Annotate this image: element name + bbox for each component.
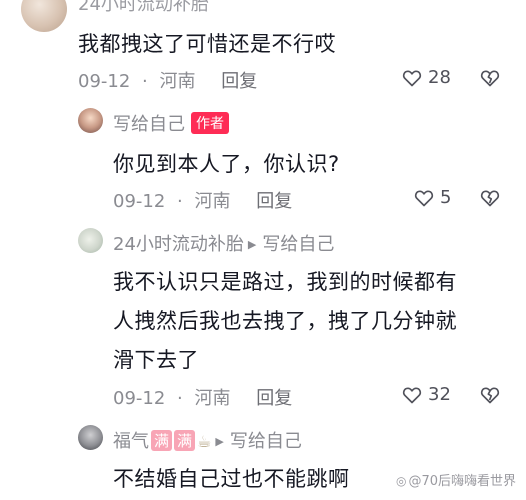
comment-text: 不结婚自己过也不能跳啊 (113, 467, 350, 491)
like-count: 28 (428, 67, 451, 88)
meta-separator: · (177, 191, 183, 212)
comment-text-line: 我不认识只是路过，我到的时候都有 (113, 270, 457, 294)
username-label[interactable]: 24小时流动补胎 (113, 234, 244, 255)
avatar[interactable] (21, 0, 67, 32)
reply-button[interactable]: 回复 (221, 71, 257, 92)
username-label[interactable]: 福气 (113, 431, 149, 452)
meta-separator: · (142, 71, 148, 92)
comment-location: 河南 (194, 388, 231, 409)
reply-button[interactable]: 回复 (256, 388, 292, 409)
avatar[interactable] (78, 425, 103, 450)
meta-separator: · (177, 388, 183, 409)
reply-to-username[interactable]: 写给自己 (230, 431, 302, 452)
heart-outline-icon[interactable] (414, 188, 434, 208)
avatar[interactable] (78, 228, 103, 253)
reply-to-username[interactable]: 写给自己 (262, 234, 334, 255)
username-label[interactable]: 写给自己 (113, 114, 185, 135)
cup-icon: ☕ (197, 432, 212, 451)
heart-outline-icon[interactable] (402, 68, 422, 88)
comment-username: 福气满满 ☕ ▶ 写给自己 (113, 427, 302, 453)
heart-outline-icon[interactable] (402, 385, 422, 405)
avatar[interactable] (78, 108, 103, 133)
comment-date: 09-12 (78, 71, 131, 92)
triangle-right-icon: ▶ (247, 238, 257, 251)
like-count: 5 (440, 187, 452, 208)
comment-date: 09-12 (113, 191, 166, 212)
broken-heart-icon[interactable] (480, 188, 500, 208)
comment-location: 河南 (159, 71, 196, 92)
comment-text-line: 人拽然后我也去拽了，拽了几分钟就 (113, 309, 457, 333)
comment-text-line: 滑下去了 (113, 348, 199, 372)
comment-text: 你见到本人了，你认识? (113, 152, 340, 176)
author-badge: 作者 (191, 112, 229, 134)
watermark-icon: ◎ (395, 474, 407, 488)
comment-username[interactable]: 写给自己 作者 (113, 110, 229, 136)
comment-username[interactable]: 24小时流动补胎 (78, 0, 209, 16)
like-count: 32 (428, 384, 451, 405)
comment-username: 24小时流动补胎 ▶ 写给自己 (113, 230, 334, 256)
username-tag: 满 (174, 430, 196, 451)
broken-heart-icon[interactable] (480, 68, 500, 88)
comment-text: 我都拽这了可惜还是不行哎 (78, 32, 336, 56)
comment-meta: 09-12 · 河南 回复 (113, 384, 298, 410)
reply-button[interactable]: 回复 (256, 191, 292, 212)
comment-location: 河南 (194, 191, 231, 212)
watermark: ◎ @70后嗨嗨看世界 (396, 470, 516, 489)
broken-heart-icon[interactable] (480, 385, 500, 405)
triangle-right-icon: ▶ (215, 435, 224, 448)
comment-date: 09-12 (113, 388, 166, 409)
username-tag: 满 (151, 430, 173, 451)
watermark-text: @70后嗨嗨看世界 (408, 474, 516, 489)
comment-meta: 09-12 · 河南 回复 (113, 187, 298, 213)
comment-meta: 09-12 · 河南 回复 (78, 67, 263, 93)
